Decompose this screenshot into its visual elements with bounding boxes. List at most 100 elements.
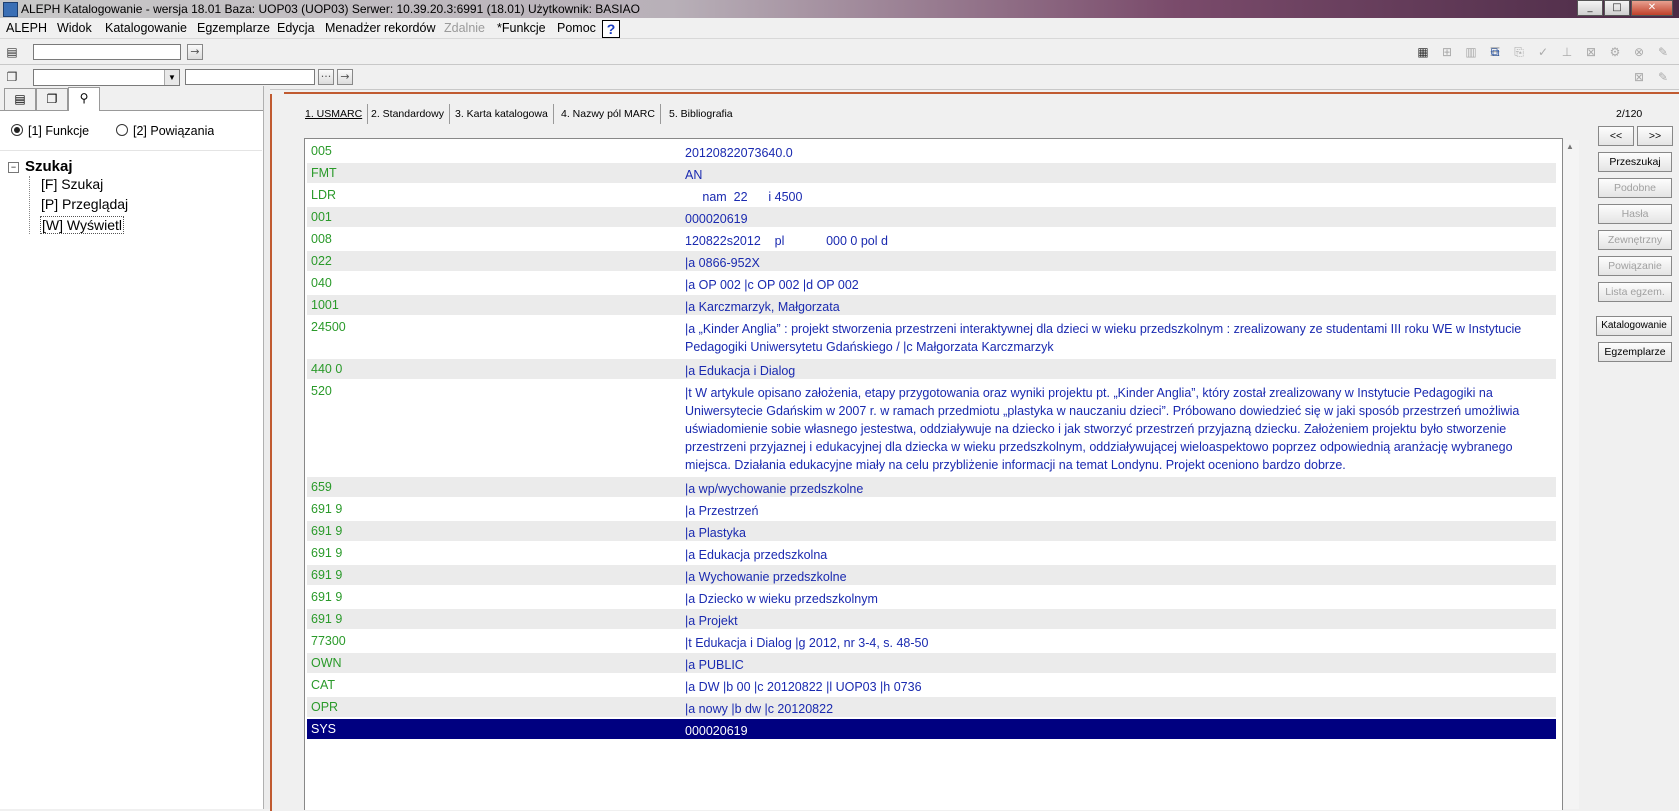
table-row[interactable]: 1001 |a Karczmarzyk, Małgorzata xyxy=(307,295,1556,315)
table-row[interactable]: 440 0 |a Edukacja i Dialog xyxy=(307,359,1556,379)
table-row[interactable]: OWN |a PUBLIC xyxy=(307,653,1556,673)
menu-bar: ALEPH Widok Katalogowanie Egzemplarze Ed… xyxy=(0,18,1679,39)
zewnetrzny-button[interactable]: Zewnętrzny xyxy=(1598,230,1672,250)
minimize-button[interactable]: _ xyxy=(1577,0,1603,16)
field-tag: 440 0 xyxy=(311,362,343,376)
powiazanie-button[interactable]: Powiązanie xyxy=(1598,256,1672,276)
table-row[interactable]: 520 |t W artykule opisano założenia, etap… xyxy=(307,381,1556,475)
prev-record-button[interactable]: << xyxy=(1598,126,1634,146)
table-row-selected[interactable]: SYS 000020619 xyxy=(307,719,1556,739)
edit-icon[interactable]: ✎ xyxy=(1656,45,1670,59)
tree-root-szukaj[interactable]: Szukaj xyxy=(25,158,73,175)
restore-button[interactable]: □ xyxy=(1604,0,1630,16)
tree-item-szukaj[interactable]: [F] Szukaj xyxy=(41,176,103,192)
left-tabs: ▤ ❐ ⚲ xyxy=(0,86,263,111)
tree-item-przegladaj[interactable]: [P] Przeglądaj xyxy=(41,196,128,212)
find-input[interactable] xyxy=(185,69,315,85)
catalog-icon[interactable]: ▤ xyxy=(5,45,19,59)
close-button[interactable]: ✕ xyxy=(1631,0,1673,16)
przeszukaj-button[interactable]: Przeszukaj xyxy=(1598,152,1672,172)
pages-icon[interactable]: ❐ xyxy=(5,70,19,84)
table-row[interactable]: 691 9 |a Dziecko w wieku przedszkolnym xyxy=(307,587,1556,607)
field-value: |a wp/wychowanie przedszkolne xyxy=(685,482,864,496)
field-value: 20120822073640.0 xyxy=(685,146,793,160)
tab-binoculars-icon[interactable]: ⚲ xyxy=(68,87,100,111)
field-value: |a 0866-952X xyxy=(685,256,760,270)
table-row[interactable]: 691 9 |a Projekt xyxy=(307,609,1556,629)
delete-icon[interactable]: ⊗ xyxy=(1632,45,1646,59)
table-row[interactable]: CAT |a DW |b 00 |c 20120822 |l UOP03 |h 0… xyxy=(307,675,1556,695)
menu-menadzer-rekordow[interactable]: Menadżer rekordów xyxy=(325,21,435,35)
search-input[interactable] xyxy=(33,44,181,60)
field-value: 000020619 xyxy=(685,212,748,226)
tab-pages-icon[interactable]: ❐ xyxy=(36,88,68,110)
table-row[interactable]: OPR |a nowy |b dw |c 20120822 xyxy=(307,697,1556,717)
field-value: |a Karczmarzyk, Małgorzata xyxy=(685,300,840,314)
record-icon[interactable]: ▦ xyxy=(1416,45,1430,59)
radio-powiazania[interactable]: [2] Powiązania xyxy=(116,124,214,138)
tree-icon[interactable]: ⊞ xyxy=(1440,45,1454,59)
copy-icon[interactable]: ⎘ xyxy=(1512,45,1526,59)
merge-icon[interactable]: ⊠ xyxy=(1584,45,1598,59)
table-row[interactable]: 77300 |t Edukacja i Dialog |g 2012, nr 3-… xyxy=(307,631,1556,651)
tab-bibliografia[interactable]: 5. Bibliografia xyxy=(664,104,738,124)
scroll-up-icon[interactable]: ▲ xyxy=(1566,142,1574,151)
table-row[interactable]: 691 9 |a Edukacja przedszkolna xyxy=(307,543,1556,563)
field-value: |a DW |b 00 |c 20120822 |l UOP03 |h 0736 xyxy=(685,680,922,694)
marc-record-view[interactable]: 005 20120822073640.0 FMT AN LDR nam 22 i 4… xyxy=(304,138,1563,810)
table-row[interactable]: 691 9 |a Plastyka xyxy=(307,521,1556,541)
go-arrow-button-2[interactable]: → xyxy=(337,69,353,85)
lista-egzem-button[interactable]: Lista egzem. xyxy=(1598,282,1672,302)
radio-off-icon[interactable] xyxy=(116,124,128,136)
close-panel-icon[interactable]: ⊠ xyxy=(1632,70,1646,84)
tab-usmarc[interactable]: 1. USMARC xyxy=(300,104,369,124)
menu-egzemplarze[interactable]: Egzemplarze xyxy=(197,21,270,35)
help-icon[interactable]: ? xyxy=(602,20,620,38)
table-row[interactable]: 008 120822s2012 pl 000 0 pol d xyxy=(307,229,1556,249)
table-row[interactable]: 691 9 |a Wychowanie przedszkolne xyxy=(307,565,1556,585)
settings-icon[interactable]: ⚙ xyxy=(1608,45,1622,59)
book-icon[interactable]: ▥ xyxy=(1464,45,1478,59)
tab-catalog-icon[interactable]: ▤ xyxy=(4,88,36,110)
split-icon[interactable]: ⊥ xyxy=(1560,45,1574,59)
table-row[interactable]: 040 |a OP 002 |c OP 002 |d OP 002 xyxy=(307,273,1556,293)
egzemplarze-button[interactable]: Egzemplarze xyxy=(1598,342,1672,362)
edit-panel-icon[interactable]: ✎ xyxy=(1656,70,1670,84)
menu-zdalnie[interactable]: Zdalnie xyxy=(444,21,485,35)
vertical-scrollbar[interactable]: ▲ xyxy=(1563,140,1579,809)
table-row[interactable]: 24500 |a „Kinder Anglia” : projekt stworz… xyxy=(307,317,1556,357)
radio-on-icon[interactable] xyxy=(11,124,23,136)
menu-aleph[interactable]: ALEPH xyxy=(6,21,47,35)
table-row[interactable]: LDR nam 22 i 4500 xyxy=(307,185,1556,205)
tab-nazwy-pol-marc[interactable]: 4. Nazwy pól MARC xyxy=(556,104,661,124)
next-record-button[interactable]: >> xyxy=(1637,126,1673,146)
check-icon[interactable]: ✓ xyxy=(1536,45,1550,59)
menu-katalogowanie[interactable]: Katalogowanie xyxy=(105,21,187,35)
tab-standardowy[interactable]: 2. Standardowy xyxy=(366,104,450,124)
menu-pomoc[interactable]: Pomoc xyxy=(557,21,596,35)
menu-widok[interactable]: Widok xyxy=(57,21,92,35)
tab-karta-katalogowa[interactable]: 3. Karta katalogowa xyxy=(450,104,554,124)
table-row[interactable]: 022 |a 0866-952X xyxy=(307,251,1556,271)
podobne-button[interactable]: Podobne xyxy=(1598,178,1672,198)
collapse-icon[interactable]: − xyxy=(8,162,19,173)
table-row[interactable]: 005 20120822073640.0 xyxy=(307,141,1556,161)
base-select[interactable]: ▼ xyxy=(33,69,180,86)
field-tag: 008 xyxy=(311,232,332,246)
export-icon[interactable]: ⧉ xyxy=(1488,45,1502,59)
table-row[interactable]: 691 9 |a Przestrzeń xyxy=(307,499,1556,519)
go-arrow-button[interactable]: → xyxy=(187,44,203,60)
menu-funkcje[interactable]: *Funkcje xyxy=(497,21,546,35)
radio-funkcje[interactable]: [1] Funkcje xyxy=(11,124,89,138)
menu-edycja[interactable]: Edycja xyxy=(277,21,315,35)
hasla-button[interactable]: Hasła xyxy=(1598,204,1672,224)
table-row[interactable]: FMT AN xyxy=(307,163,1556,183)
ellipsis-button[interactable]: ··· xyxy=(318,69,334,85)
field-value: 120822s2012 pl 000 0 pol d xyxy=(685,234,888,248)
table-row[interactable]: 001 000020619 xyxy=(307,207,1556,227)
table-row[interactable]: 659 |a wp/wychowanie przedszkolne xyxy=(307,477,1556,497)
katalogowanie-button[interactable]: Katalogowanie xyxy=(1596,316,1672,336)
radio-funkcje-label: [1] Funkcje xyxy=(28,124,90,138)
field-value: |a Projekt xyxy=(685,614,738,628)
tree-item-wyswietl[interactable]: [W] Wyświetl xyxy=(40,216,124,234)
